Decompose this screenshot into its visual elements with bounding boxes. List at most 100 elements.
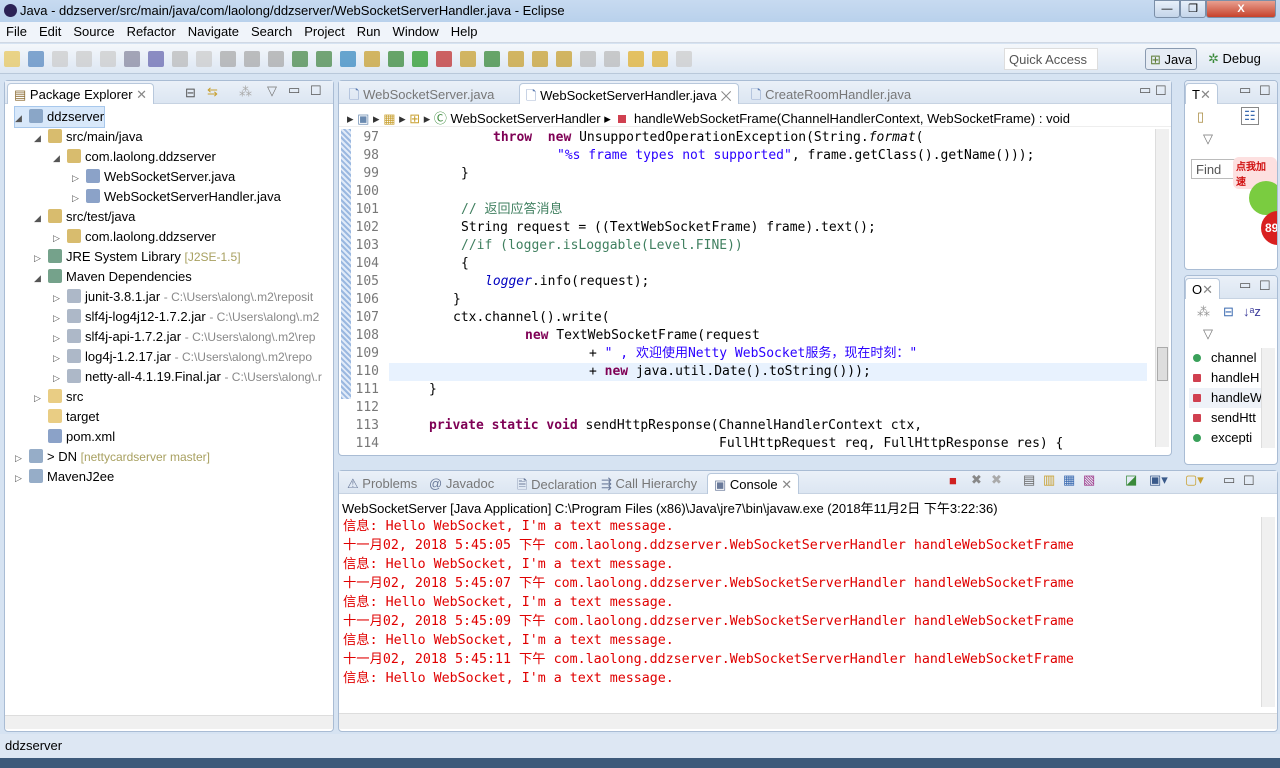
sort-az-icon[interactable]: ↓ᵃz (1243, 304, 1261, 319)
outline-item[interactable]: handleH (1189, 368, 1263, 388)
tree-node[interactable]: ▷ log4j-1.2.17.jar - C:\Users\along\.m2\r… (53, 347, 312, 367)
expand-arrow-icon[interactable]: ▷ (34, 248, 48, 268)
minimize-button[interactable]: — (1154, 0, 1180, 18)
scroll-thumb[interactable] (1157, 347, 1168, 381)
word-wrap-icon[interactable]: ▦ (1063, 472, 1075, 488)
scroll-lock-icon[interactable]: ▥ (1043, 472, 1055, 488)
code-line[interactable]: { (389, 255, 1147, 273)
code-line[interactable]: FullHttpRequest req, FullHttpResponse re… (389, 435, 1147, 453)
code-line[interactable]: } (389, 381, 1147, 399)
device-icon[interactable] (292, 51, 308, 67)
link-editor-icon[interactable]: ⇆ (207, 84, 218, 100)
debug-icon[interactable] (364, 51, 380, 67)
outline-scrollbar[interactable] (1261, 348, 1275, 448)
maximize-view-icon[interactable]: ☐ (1259, 83, 1271, 99)
close-button[interactable]: X (1206, 0, 1276, 18)
tree-node[interactable]: ▷ junit-3.8.1.jar - C:\Users\along\.m2\re… (53, 287, 313, 307)
code-line[interactable]: "%s frame types not supported", frame.ge… (389, 147, 1147, 165)
code-line[interactable]: } (389, 291, 1147, 309)
minimize-view-icon[interactable]: ▭ (288, 82, 300, 98)
new-icon[interactable] (4, 51, 20, 67)
toggle-mark-icon[interactable] (172, 51, 188, 67)
close-icon[interactable]: ✕ (717, 88, 731, 103)
perspective-java[interactable]: ⊞ Java (1145, 48, 1197, 70)
tree-node[interactable]: ▷ > DN [nettycardserver master] (15, 447, 210, 467)
menu-project[interactable]: Project (298, 22, 350, 39)
menu-file[interactable]: File (0, 22, 33, 39)
console-vertical-scrollbar[interactable] (1261, 517, 1275, 707)
outline-item[interactable]: handleW (1189, 388, 1263, 408)
collapse-arrow-icon[interactable]: ◢ (34, 128, 48, 148)
step-icon[interactable] (268, 51, 284, 67)
tree-node[interactable]: pom.xml (34, 427, 115, 447)
tree-node[interactable]: ◢ Maven Dependencies (34, 267, 192, 287)
view-menu-icon[interactable]: ▽ (267, 83, 277, 99)
close-icon[interactable]: ✕ (136, 87, 147, 102)
tree-node[interactable]: ◢ com.laolong.ddzserver (53, 147, 216, 167)
breadcrumb-method[interactable]: handleWebSocketFrame(ChannelHandlerConte… (634, 111, 1070, 126)
code-line[interactable]: ctx.channel().write( (389, 309, 1147, 327)
new-package-icon[interactable] (436, 51, 452, 67)
view-menu-icon[interactable]: ▽ (1203, 131, 1213, 147)
menu-window[interactable]: Window (387, 22, 445, 39)
search-icon[interactable] (532, 51, 548, 67)
menu-source[interactable]: Source (67, 22, 120, 39)
tab-package-explorer[interactable]: ▤ Package Explorer ✕ (7, 83, 155, 104)
show-on-output-icon[interactable]: ▧ (1083, 472, 1095, 488)
expand-arrow-icon[interactable]: ▷ (72, 168, 86, 188)
menu-navigate[interactable]: Navigate (182, 22, 245, 39)
maximize-view-icon[interactable]: ☐ (1259, 278, 1271, 294)
tree-node[interactable]: ◢ src/main/java (34, 127, 143, 147)
remove-all-icon[interactable]: ✖ (991, 472, 1002, 488)
perspective-debug[interactable]: ✲ Debug (1204, 48, 1265, 70)
tree-node[interactable]: ▷ MavenJ2ee (15, 467, 114, 487)
expand-arrow-icon[interactable]: ▷ (34, 388, 48, 408)
back-icon[interactable] (628, 51, 644, 67)
editor-tab[interactable]: 🗋 WebSocketServer.java (343, 83, 500, 104)
expand-arrow-icon[interactable]: ▷ (53, 348, 67, 368)
toggle-block-icon[interactable] (220, 51, 236, 67)
menu-refactor[interactable]: Refactor (121, 22, 182, 39)
collapse-arrow-icon[interactable]: ◢ (53, 148, 67, 168)
expand-arrow-icon[interactable]: ▷ (53, 308, 67, 328)
save-all-icon[interactable] (76, 51, 92, 67)
expand-arrow-icon[interactable]: ▷ (53, 368, 67, 388)
display-console-icon[interactable]: ▣▾ (1149, 472, 1168, 488)
menu-edit[interactable]: Edit (33, 22, 67, 39)
collapse-all-icon[interactable]: ⊟ (1223, 304, 1234, 320)
code-line[interactable] (389, 183, 1147, 201)
editor-vertical-scrollbar[interactable] (1155, 129, 1169, 447)
close-icon[interactable]: ✕ (1202, 282, 1213, 297)
new-class-icon[interactable] (460, 51, 476, 67)
forward-icon[interactable] (652, 51, 668, 67)
new-class-2-icon[interactable] (340, 51, 356, 67)
maximize-view-icon[interactable]: ☐ (310, 83, 322, 99)
menu-help[interactable]: Help (445, 22, 484, 39)
edit-icon[interactable] (196, 51, 212, 67)
code-line[interactable]: //if (logger.isLoggable(Level.FINE)) (389, 237, 1147, 255)
remove-launch-icon[interactable]: ✖ (971, 472, 982, 488)
code-line[interactable]: private static void sendHttpResponse(Cha… (389, 417, 1147, 435)
expand-arrow-icon[interactable]: ▷ (53, 288, 67, 308)
code-line[interactable]: String request = ((TextWebSocketFrame) f… (389, 219, 1147, 237)
minimize-view-icon[interactable]: ▭ (1223, 472, 1235, 488)
accelerator-mascot-icon[interactable] (1249, 181, 1277, 215)
breadcrumb-class[interactable]: WebSocketServerHandler (451, 111, 601, 126)
tab-task-list[interactable]: T✕ (1185, 83, 1218, 104)
tree-node[interactable]: ▷ src (34, 387, 83, 407)
menu-search[interactable]: Search (245, 22, 298, 39)
console-tab-call-hierarchy[interactable]: ⇶ Call Hierarchy (595, 473, 703, 494)
code-line[interactable]: + new java.util.Date().toString())); (389, 363, 1147, 381)
ad-badge[interactable]: 89 (1261, 211, 1277, 245)
minimize-view-icon[interactable]: ▭ (1239, 82, 1251, 98)
console-output[interactable]: 信息: Hello WebSocket, I'm a text message.… (343, 517, 1257, 688)
code-line[interactable]: new TextWebSocketFrame(request (389, 327, 1147, 345)
tree-node[interactable]: ▷ WebSocketServer.java (72, 167, 235, 187)
minimize-view-icon[interactable]: ▭ (1239, 277, 1251, 293)
pin-console-icon[interactable]: ◪ (1125, 472, 1137, 488)
code-line[interactable]: // 返回应答消息 (389, 201, 1147, 219)
tree-node[interactable]: target (34, 407, 99, 427)
outline-item[interactable]: excepti (1189, 428, 1263, 448)
expand-arrow-icon[interactable]: ▷ (53, 228, 67, 248)
new-type-icon[interactable] (28, 51, 44, 67)
